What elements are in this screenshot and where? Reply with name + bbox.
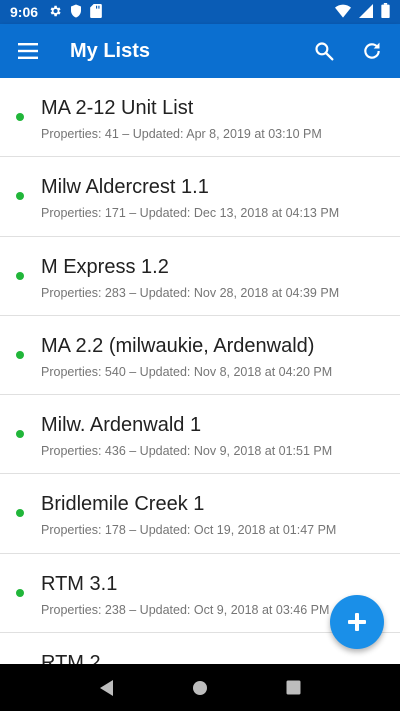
status-time: 9:06 [10,4,39,20]
status-dot-icon [16,430,24,439]
list-item[interactable]: Bridlemile Creek 1 Properties: 178 – Upda… [0,474,400,554]
list-item[interactable]: M Express 1.2 Properties: 283 – Updated: … [0,237,400,316]
system-nav-bar [0,664,400,711]
back-icon[interactable] [87,668,127,708]
status-dot-icon [16,509,24,518]
menu-icon[interactable] [0,24,56,78]
list-meta: Properties: 540 – Updated: Nov 8, 2018 a… [41,364,333,379]
battery-icon [381,3,390,21]
status-bar: 9:06 [0,0,400,24]
list-meta: Properties: 178 – Updated: Oct 19, 2018 … [41,523,337,538]
list-name: Milw Aldercrest 1.1 [41,176,209,199]
status-dot-icon [16,350,24,359]
plus-icon [348,613,366,631]
list-name: Bridlemile Creek 1 [41,493,205,516]
list-name: RTM 2 [41,652,101,664]
refresh-icon[interactable] [348,24,396,78]
list-meta: Properties: 41 – Updated: Apr 8, 2019 at… [41,127,322,141]
app-bar: My Lists [0,24,400,78]
list-item[interactable]: MA 2.2 (milwaukie, Ardenwald) Properties:… [0,316,400,396]
list-item[interactable]: MA 2-12 Unit List Properties: 41 – Update… [0,78,400,158]
wifi-icon [335,4,351,21]
list-name: M Express 1.2 [41,255,169,278]
gear-icon [48,4,62,21]
list-meta: Properties: 171 – Updated: Dec 13, 2018 … [41,206,340,221]
lists-container: MA 2-12 Unit List Properties: 41 – Update… [0,78,400,664]
status-dot-icon [16,192,24,201]
page-title: My Lists [70,39,151,62]
sd-card-icon [90,3,102,21]
list-name: Milw. Ardenwald 1 [41,414,202,437]
status-dot-icon [16,588,24,597]
status-dot-icon [16,113,24,121]
search-icon[interactable] [300,24,348,78]
add-list-button[interactable] [330,595,384,649]
home-icon[interactable] [180,668,220,708]
list-meta: Properties: 283 – Updated: Nov 28, 2018 … [41,285,340,300]
shield-icon [70,4,82,21]
signal-icon [359,3,373,21]
list-name: MA 2.2 (milwaukie, Ardenwald) [41,334,315,357]
list-item[interactable]: Milw. Ardenwald 1 Properties: 436 – Updat… [0,395,400,475]
list-meta: Properties: 238 – Updated: Oct 9, 2018 a… [41,602,330,617]
list-item[interactable]: Milw Aldercrest 1.1 Properties: 171 – Upd… [0,157,400,237]
status-dot-icon [16,271,24,280]
list-meta: Properties: 436 – Updated: Nov 9, 2018 a… [41,444,333,459]
list-name: RTM 3.1 [41,572,118,595]
list-name: MA 2-12 Unit List [41,97,194,119]
recents-icon[interactable] [273,668,313,708]
